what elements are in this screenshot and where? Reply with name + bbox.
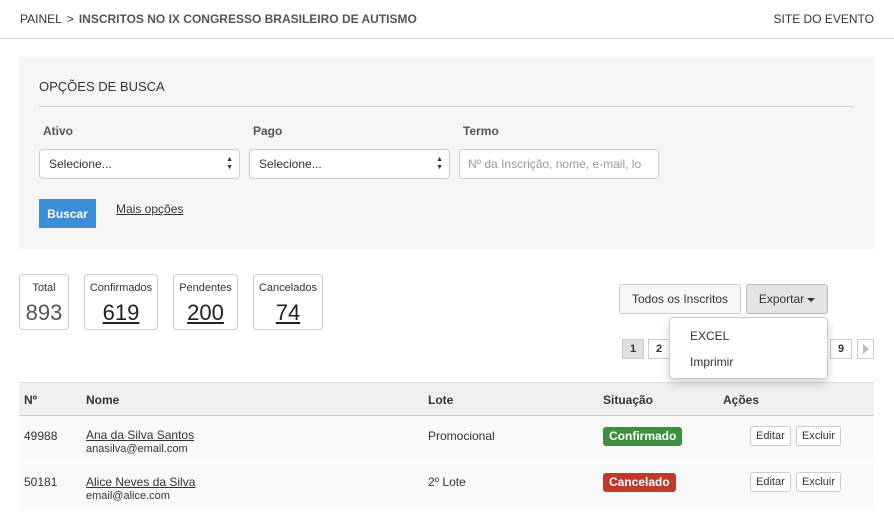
row-num: 50181 — [24, 475, 58, 489]
stat-pendentes-value[interactable]: 200 — [174, 300, 237, 326]
row-name-link[interactable]: Alice Neves da Silva — [86, 475, 195, 489]
row-name-link[interactable]: Ana da Silva Santos — [86, 428, 194, 442]
search-panel: OPÇÕES DE BUSCA Ativo Selecione... ▲ ▼ Pa… — [19, 57, 874, 249]
excluir-button[interactable]: Excluir — [796, 472, 842, 492]
stat-total-value: 893 — [25, 300, 63, 325]
termo-label: Termo — [463, 124, 499, 138]
pagination-page-9[interactable]: 9 — [830, 339, 852, 359]
pagination-page-2[interactable]: 2 — [648, 339, 670, 359]
todos-inscritos-button[interactable]: Todos os Inscritos — [619, 284, 741, 314]
stat-pendentes-label: Pendentes — [179, 282, 232, 294]
caret-down-icon — [807, 297, 816, 302]
pago-select-value: Selecione... — [259, 157, 322, 171]
breadcrumb: PAINEL > INSCRITOS NO IX CONGRESSO BRASILE… — [20, 12, 417, 26]
select-arrows-icon: ▲ ▼ — [436, 156, 443, 171]
row-num: 49988 — [24, 429, 58, 443]
editar-button[interactable]: Editar — [750, 472, 791, 492]
export-print-item[interactable]: Imprimir — [690, 355, 733, 369]
site-do-evento-link[interactable]: SITE DO EVENTO — [774, 12, 874, 26]
col-header-num: Nº — [24, 393, 38, 407]
ativo-select-value: Selecione... — [49, 157, 112, 171]
breadcrumb-current: INSCRITOS NO IX CONGRESSO BRASILEIRO DE … — [78, 12, 417, 26]
col-header-lote: Lote — [428, 393, 454, 407]
stat-confirmados-label: Confirmados — [89, 282, 153, 294]
breadcrumb-root-link[interactable]: PAINEL — [20, 12, 62, 26]
select-arrows-icon: ▲ ▼ — [226, 156, 233, 171]
termo-input[interactable] — [459, 149, 659, 179]
pago-select[interactable]: Selecione... ▲ ▼ — [249, 149, 450, 179]
stat-cancelados-value[interactable]: 74 — [254, 300, 322, 326]
stat-total-label: Total — [32, 282, 56, 294]
search-panel-title: OPÇÕES DE BUSCA — [39, 79, 165, 94]
inscritos-table: Nº Nome Lote Situação Ações 49988 Ana da… — [19, 382, 874, 518]
table-row: 50181 Alice Neves da Silva email@alice.c… — [19, 464, 874, 511]
exportar-button[interactable]: Exportar — [746, 284, 828, 314]
row-lote: Promocional — [428, 429, 495, 443]
stat-cancelados[interactable]: Cancelados 74 — [253, 274, 323, 330]
status-badge: Confirmado — [603, 427, 683, 446]
stat-total: Total 893 — [19, 274, 69, 330]
top-bar: PAINEL > INSCRITOS NO IX CONGRESSO BRASILE… — [0, 0, 894, 39]
breadcrumb-separator: > — [66, 12, 74, 26]
buscar-button[interactable]: Buscar — [39, 199, 96, 228]
triangle-right-icon — [863, 344, 869, 354]
ativo-select[interactable]: Selecione... ▲ ▼ — [39, 149, 240, 179]
editar-button[interactable]: Editar — [750, 426, 791, 446]
table-row: 49988 Ana da Silva Santos anasilva@email… — [19, 416, 874, 463]
col-header-situacao: Situação — [603, 393, 654, 407]
status-badge: Cancelado — [603, 473, 676, 492]
stat-confirmados-value[interactable]: 619 — [85, 300, 157, 326]
stat-cancelados-label: Cancelados — [258, 282, 318, 294]
row-email: anasilva@email.com — [86, 443, 188, 455]
row-lote: 2º Lote — [428, 475, 466, 489]
pagination-next-button[interactable] — [857, 339, 874, 359]
export-dropdown-menu: EXCEL Imprimir — [669, 317, 828, 379]
col-header-nome: Nome — [86, 393, 120, 407]
exportar-label: Exportar — [758, 292, 805, 306]
mais-opcoes-link[interactable]: Mais opções — [116, 202, 183, 216]
table-header: Nº Nome Lote Situação Ações — [19, 382, 874, 416]
pagination-page-1[interactable]: 1 — [622, 339, 644, 359]
stat-confirmados[interactable]: Confirmados 619 — [84, 274, 158, 330]
export-excel-item[interactable]: EXCEL — [690, 329, 729, 343]
excluir-button[interactable]: Excluir — [796, 426, 842, 446]
pago-label: Pago — [253, 124, 283, 138]
stat-pendentes[interactable]: Pendentes 200 — [173, 274, 238, 330]
ativo-label: Ativo — [43, 124, 73, 138]
search-divider — [39, 106, 854, 107]
col-header-acoes: Ações — [723, 393, 760, 407]
row-email: email@alice.com — [86, 490, 170, 502]
